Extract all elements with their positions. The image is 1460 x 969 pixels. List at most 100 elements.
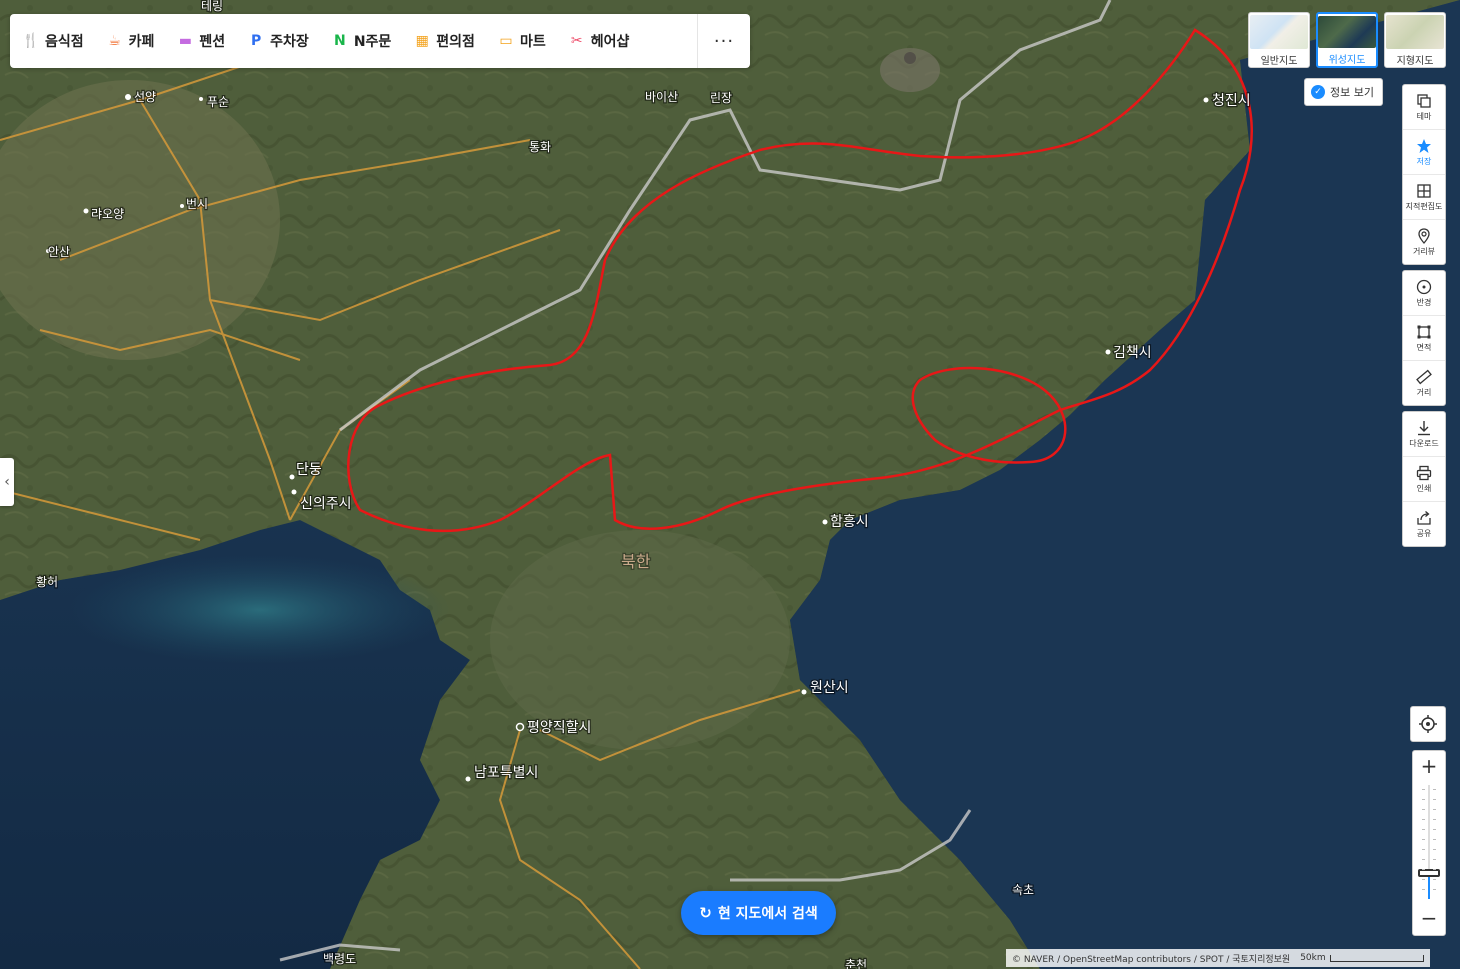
tool-cadastral-button[interactable]: 지적편집도 bbox=[1403, 175, 1445, 220]
tool-download-button[interactable]: 다운로드 bbox=[1403, 412, 1445, 457]
city-dot bbox=[83, 208, 89, 214]
shallow-water bbox=[70, 555, 450, 665]
map-attribution: © NAVER / OpenStreetMap contributors / S… bbox=[1006, 949, 1430, 967]
tool-share-button[interactable]: 공유 bbox=[1403, 502, 1445, 546]
map-type-label: 일반지도 bbox=[1260, 56, 1298, 67]
crosshair-icon bbox=[1419, 715, 1437, 733]
place-label: 속초 bbox=[1012, 883, 1034, 897]
tool-radius-button[interactable]: 반경 bbox=[1403, 271, 1445, 316]
tool-print-button[interactable]: 인쇄 bbox=[1403, 457, 1445, 502]
category-label: 마트 bbox=[519, 34, 546, 50]
zoom-tick bbox=[1433, 799, 1436, 800]
info-view-label: 정보 보기 bbox=[1330, 86, 1374, 99]
layers-icon bbox=[1417, 93, 1431, 108]
tool-area-button[interactable]: 면적 bbox=[1403, 316, 1445, 361]
refresh-icon: ↻ bbox=[699, 904, 712, 922]
tool-label: 인쇄 bbox=[1416, 483, 1432, 493]
scale-label: 50km bbox=[1300, 953, 1326, 963]
category-parking[interactable]: P 주차장 bbox=[247, 31, 309, 51]
fork-knife-icon: 🍴 bbox=[22, 33, 40, 49]
tool-label: 테마 bbox=[1416, 111, 1432, 121]
city-dot bbox=[291, 489, 297, 495]
city-dot bbox=[465, 776, 471, 782]
star-icon bbox=[1417, 138, 1431, 153]
map-type-switcher: 일반지도 위성지도 지형지도 bbox=[1248, 12, 1446, 68]
download-icon bbox=[1418, 420, 1430, 435]
city-dot bbox=[125, 94, 131, 100]
current-location-button[interactable] bbox=[1410, 706, 1446, 742]
zoom-handle[interactable] bbox=[1418, 869, 1440, 877]
category-store[interactable]: ▦ 편의점 bbox=[413, 31, 475, 51]
scissors-icon: ✂ bbox=[570, 33, 583, 49]
tool-group-measure: 반경 면적거리 bbox=[1402, 270, 1446, 406]
zoom-tick bbox=[1422, 889, 1425, 890]
city-dot bbox=[801, 689, 807, 695]
volcano-slope bbox=[880, 48, 940, 92]
category-label: 헤어샵 bbox=[590, 34, 630, 50]
tool-star-button[interactable]: 저장 bbox=[1403, 130, 1445, 175]
more-categories-button[interactable]: ··· bbox=[697, 14, 750, 68]
map-type-normal[interactable]: 일반지도 bbox=[1248, 12, 1310, 68]
tool-label: 지적편집도 bbox=[1405, 201, 1443, 211]
category-label: 펜션 bbox=[199, 34, 226, 50]
zoom-tick bbox=[1433, 819, 1436, 820]
place-label: 평양직할시 bbox=[527, 720, 591, 736]
category-label: 카페 bbox=[128, 34, 155, 50]
bed-icon: ▬ bbox=[178, 33, 193, 49]
map-type-label: 지형지도 bbox=[1396, 56, 1434, 67]
panel-toggle-button[interactable]: ‹ bbox=[0, 458, 14, 506]
zoom-tick bbox=[1433, 869, 1436, 870]
category-coffee-cup[interactable]: ☕ 카페 bbox=[106, 31, 155, 51]
category-fork-knife[interactable]: 🍴 음식점 bbox=[22, 31, 83, 51]
category-bed[interactable]: ▬ 펜션 bbox=[176, 31, 225, 51]
map-type-satellite[interactable]: 위성지도 bbox=[1316, 12, 1378, 68]
category-scissors[interactable]: ✂ 헤어샵 bbox=[568, 31, 630, 51]
satellite-map[interactable]: 테링 선양 푸순 랴오양 번시 안산 바이산 린장 통화 단둥 신의주시 황허 … bbox=[0, 0, 1460, 969]
category-label: 주차장 bbox=[270, 34, 309, 50]
tool-layers-button[interactable]: 테마 bbox=[1403, 85, 1445, 130]
place-label: 푸순 bbox=[207, 95, 229, 109]
zoom-tick bbox=[1433, 859, 1436, 860]
zoom-control: + − bbox=[1412, 750, 1446, 936]
scale-line bbox=[1329, 954, 1424, 962]
search-this-area-button[interactable]: ↻ 현 지도에서 검색 bbox=[681, 891, 836, 935]
info-view-toggle[interactable]: ✓ 정보 보기 bbox=[1304, 78, 1383, 106]
city-dot bbox=[1105, 349, 1111, 355]
tool-group-map: 테마저장지적편집도거리뷰 bbox=[1402, 84, 1446, 265]
place-label: 린장 bbox=[710, 91, 732, 105]
city-dot bbox=[822, 519, 828, 525]
share-icon bbox=[1417, 510, 1431, 525]
zoom-tick bbox=[1433, 789, 1436, 790]
zoom-in-button[interactable]: + bbox=[1413, 751, 1445, 781]
ruler-icon bbox=[1416, 369, 1432, 384]
zoom-slider[interactable] bbox=[1418, 781, 1440, 903]
map-type-terrain[interactable]: 지형지도 bbox=[1384, 12, 1446, 68]
tool-label: 공유 bbox=[1416, 528, 1432, 538]
city-dot bbox=[180, 204, 184, 208]
zoom-tick bbox=[1422, 849, 1425, 850]
city-dot bbox=[289, 474, 295, 480]
zoom-tick bbox=[1422, 829, 1425, 830]
place-label: 황허 bbox=[36, 575, 58, 589]
category-label: N주문 bbox=[353, 34, 392, 50]
tool-label: 거리 bbox=[1416, 387, 1432, 397]
place-label: 남포특별시 bbox=[474, 765, 538, 781]
category-cart[interactable]: ▭ 마트 bbox=[497, 31, 546, 51]
place-label: 랴오양 bbox=[91, 207, 124, 221]
zoom-tick bbox=[1433, 849, 1436, 850]
place-label: 통화 bbox=[529, 140, 551, 154]
place-label: 번시 bbox=[186, 197, 208, 211]
category-order[interactable]: N N주문 bbox=[331, 31, 391, 51]
street-view-icon bbox=[1418, 227, 1430, 244]
place-label: 신의주시 bbox=[300, 496, 352, 512]
tool-street-view-button[interactable]: 거리뷰 bbox=[1403, 220, 1445, 264]
zoom-tick bbox=[1422, 839, 1425, 840]
zoom-tick bbox=[1422, 879, 1425, 880]
tool-ruler-button[interactable]: 거리 bbox=[1403, 361, 1445, 405]
cadastral-icon bbox=[1417, 183, 1431, 198]
place-label: 바이산 bbox=[645, 90, 678, 104]
zoom-out-button[interactable]: − bbox=[1413, 903, 1445, 933]
parking-icon: P bbox=[251, 33, 262, 49]
tool-group-export: 다운로드인쇄공유 bbox=[1402, 411, 1446, 547]
place-label: 선양 bbox=[134, 90, 156, 104]
